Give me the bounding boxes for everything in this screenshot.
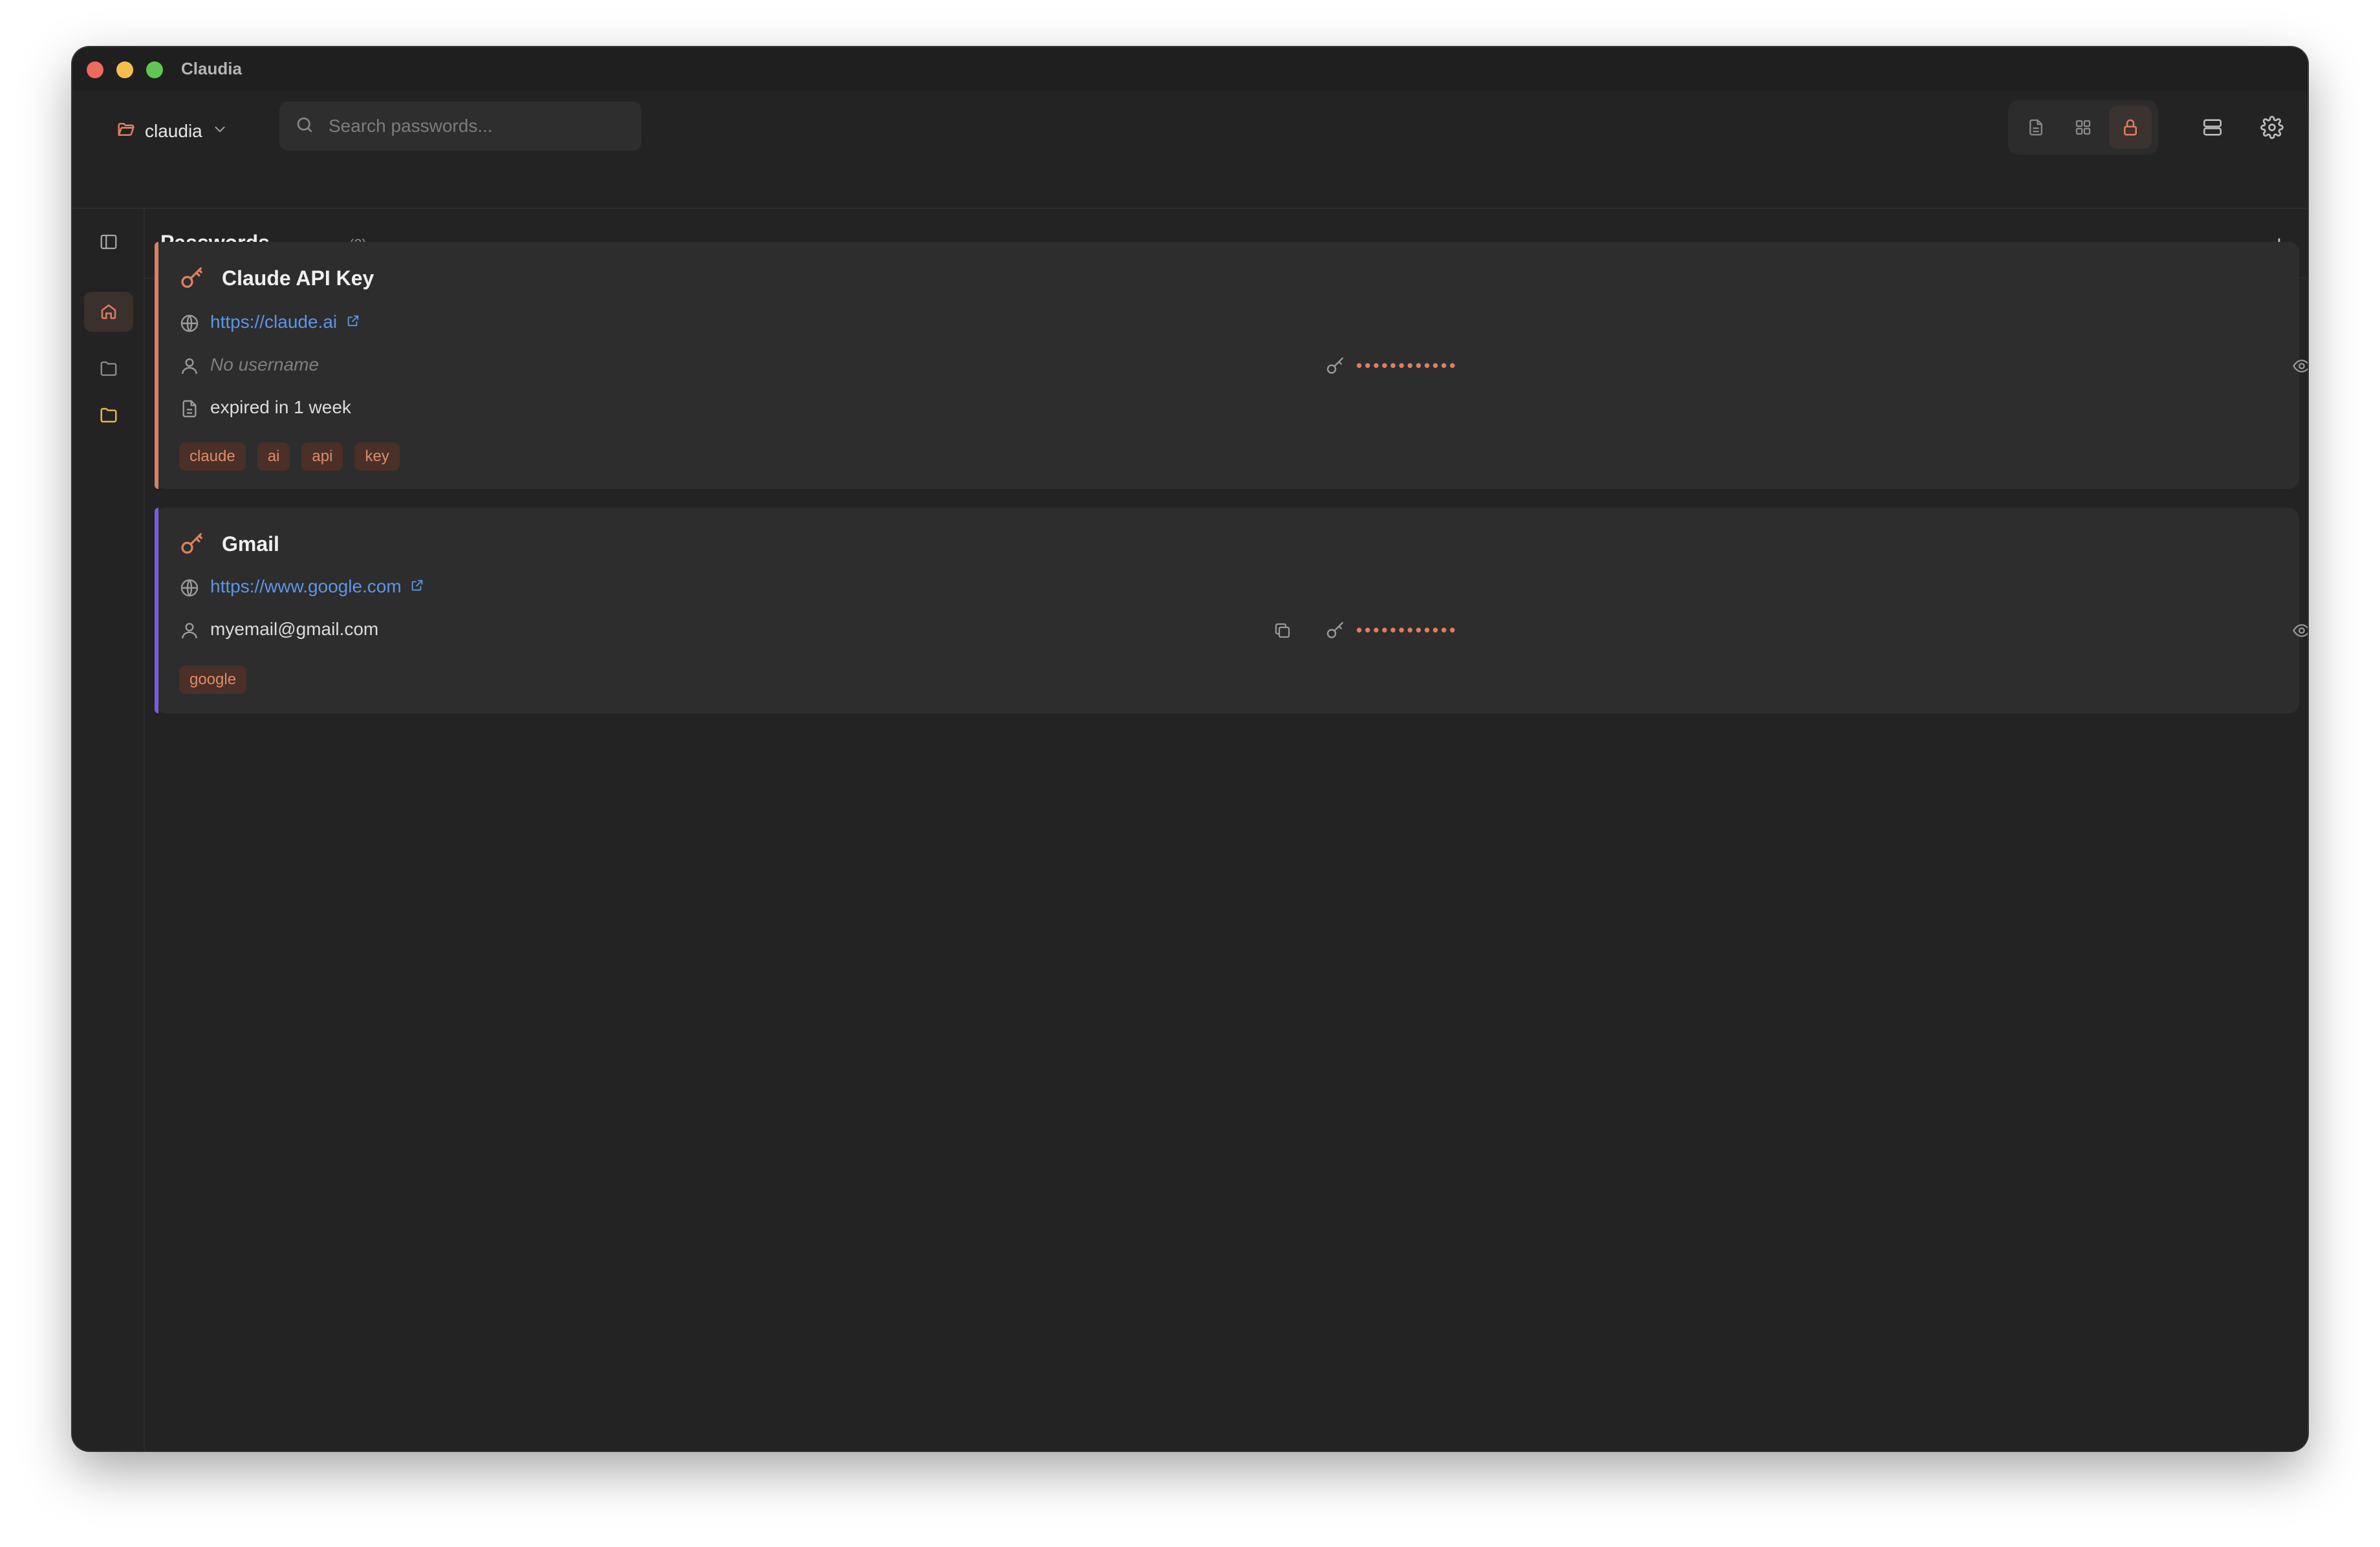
password-card[interactable]: Claude API Key https://claude.ai No user… [155,242,2308,489]
copy-username-button[interactable] [1267,615,1298,646]
password-card[interactable]: Gmail https://www.google.com myemail@gma… [155,508,2308,713]
user-icon [179,356,200,380]
entry-title: Claude API Key [222,266,374,290]
layout-toggle-button[interactable] [2191,106,2234,149]
key-icon [179,265,205,294]
tag-list: claude ai api key [179,442,400,471]
chevron-down-icon [211,121,228,142]
sidebar-item-folder-highlighted[interactable] [84,395,133,435]
password-key-icon [1325,620,1346,644]
sidebar-item-home[interactable] [84,292,133,332]
search-icon [295,115,314,138]
password-key-icon [1325,356,1346,380]
search-input[interactable] [327,115,625,137]
sidebar-panel-icon [100,234,117,250]
tag-list: google [179,665,247,694]
key-icon [179,531,205,560]
settings-button[interactable] [2251,106,2293,149]
show-password-button[interactable] [2286,351,2308,382]
gear-icon [2260,116,2284,139]
eye-icon [2293,360,2308,373]
entry-username: myemail@gmail.com [210,619,379,639]
home-icon [101,304,116,319]
external-link-icon [347,315,359,327]
title-bar: Claudia [72,47,2308,91]
copy-icon [1275,623,1290,638]
grid-icon [2075,120,2091,135]
minimize-window-button[interactable] [116,61,133,78]
entry-title: Gmail [222,532,279,556]
entry-url: https://www.google.com [210,576,402,596]
tag[interactable]: key [354,442,400,471]
server-icon [2203,119,2222,136]
view-mode-group [2008,100,2158,155]
globe-icon [179,313,200,337]
eye-icon [2293,624,2308,637]
globe-icon [179,578,200,601]
show-password-button[interactable] [2286,615,2308,646]
entry-url-link[interactable]: https://claude.ai [210,312,360,332]
sidebar [72,209,145,1451]
search-box [279,102,642,151]
tag[interactable]: ai [257,442,290,471]
vault-selector[interactable]: claudia [116,113,228,149]
lock-icon [2124,119,2137,136]
folder-icon [100,361,117,376]
password-mask: •••••••••••• [1356,356,1458,375]
password-mask: •••••••••••• [1356,620,1458,640]
folder-open-icon [116,120,136,144]
app-window: Claudia claudia Search passwords... Clau… [72,47,2308,1451]
passwords-view-button[interactable] [2109,106,2152,149]
notes-view-button[interactable] [2015,106,2057,149]
tag[interactable]: claude [179,442,246,471]
user-icon [179,620,200,644]
zoom-window-button[interactable] [146,61,163,78]
sidebar-toggle-button[interactable] [84,222,133,262]
tag[interactable]: api [301,442,343,471]
vault-name: claudia [145,121,202,141]
grid-view-button[interactable] [2062,106,2104,149]
entry-url-link[interactable]: https://www.google.com [210,576,424,597]
external-link-icon [412,579,423,591]
entry-username: No username [210,354,319,374]
entry-url: https://claude.ai [210,312,338,332]
sidebar-item-folder[interactable] [84,349,133,389]
entry-note: expired in 1 week [210,397,351,417]
document-icon [2029,119,2042,136]
card-color-stripe [155,242,158,489]
card-color-stripe [155,508,158,713]
note-icon [179,398,200,422]
tag[interactable]: google [179,665,247,694]
folder-icon [100,407,117,423]
window-title: Claudia [181,59,242,78]
close-window-button[interactable] [87,61,103,78]
